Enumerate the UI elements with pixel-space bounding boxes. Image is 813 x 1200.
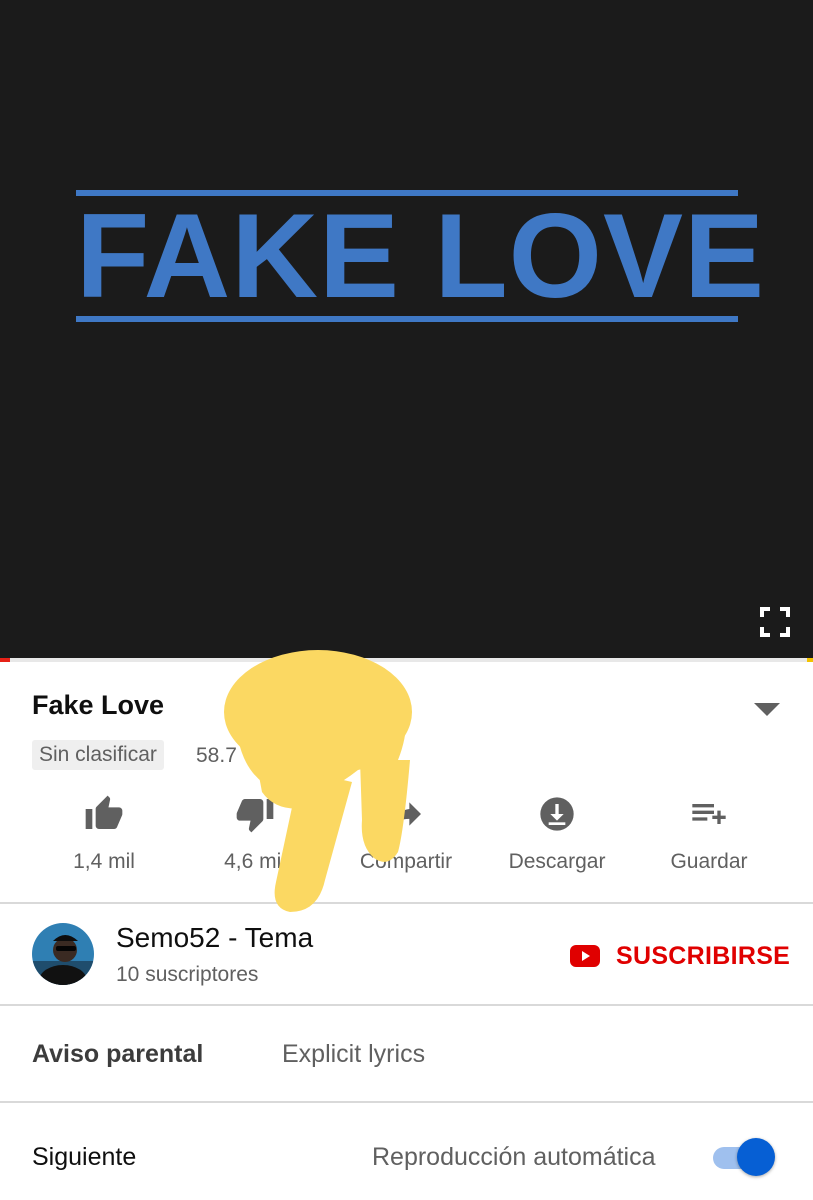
channel-name[interactable]: Semo52 - Tema — [116, 922, 313, 954]
progress-played — [0, 658, 10, 662]
autoplay-label: Reproducción automática — [372, 1143, 656, 1171]
up-next-label: Siguiente — [32, 1143, 137, 1171]
download-icon — [537, 794, 577, 834]
video-thumbnail: FAKE LOVE — [76, 189, 766, 323]
thumbnail-text: FAKE LOVE — [76, 189, 766, 323]
divider — [0, 1004, 813, 1006]
dislike-count: 4,6 mil — [224, 850, 286, 873]
save-label: Guardar — [670, 850, 748, 873]
fullscreen-icon[interactable] — [759, 606, 791, 638]
share-icon — [386, 794, 426, 834]
video-title: Fake Love — [32, 690, 165, 720]
thumbnail-rule-bottom — [76, 316, 738, 322]
youtube-play-icon — [570, 945, 600, 967]
toggle-knob — [737, 1138, 775, 1176]
download-label: Descargar — [508, 850, 606, 873]
parental-advisory-value: Explicit lyrics — [282, 1040, 426, 1068]
video-progress-bar[interactable] — [0, 658, 813, 662]
subscribe-label: SUSCRIBIRSE — [616, 941, 791, 970]
rating-badge: Sin clasificar — [32, 740, 164, 770]
thumbs-up-icon — [84, 794, 124, 834]
thumbs-down-icon — [235, 794, 275, 834]
subscribe-button[interactable]: SUSCRIBIRSE — [570, 936, 790, 976]
subscriber-count: 10 suscriptores — [116, 963, 259, 986]
download-button[interactable]: Descargar — [481, 790, 633, 886]
like-count: 1,4 mil — [73, 850, 135, 873]
autoplay-toggle[interactable] — [713, 1137, 777, 1177]
like-button[interactable]: 1,4 mil — [28, 790, 180, 886]
divider — [0, 1101, 813, 1103]
parental-advisory-label: Aviso parental — [32, 1040, 204, 1068]
dislike-button[interactable]: 4,6 mil — [179, 790, 331, 886]
view-count: 58.7 es — [196, 744, 339, 767]
share-button[interactable]: Compartir — [330, 790, 482, 886]
chevron-down-icon[interactable] — [754, 703, 780, 717]
avatar[interactable] — [32, 923, 94, 985]
share-label: Compartir — [359, 850, 453, 873]
playlist-add-icon — [689, 794, 729, 834]
divider — [0, 902, 813, 904]
action-bar: 1,4 mil 4,6 mil Compartir Descargar Guar… — [28, 790, 785, 886]
progress-end-marker — [807, 658, 813, 662]
video-player[interactable]: FAKE LOVE — [0, 0, 813, 660]
save-button[interactable]: Guardar — [633, 790, 785, 886]
